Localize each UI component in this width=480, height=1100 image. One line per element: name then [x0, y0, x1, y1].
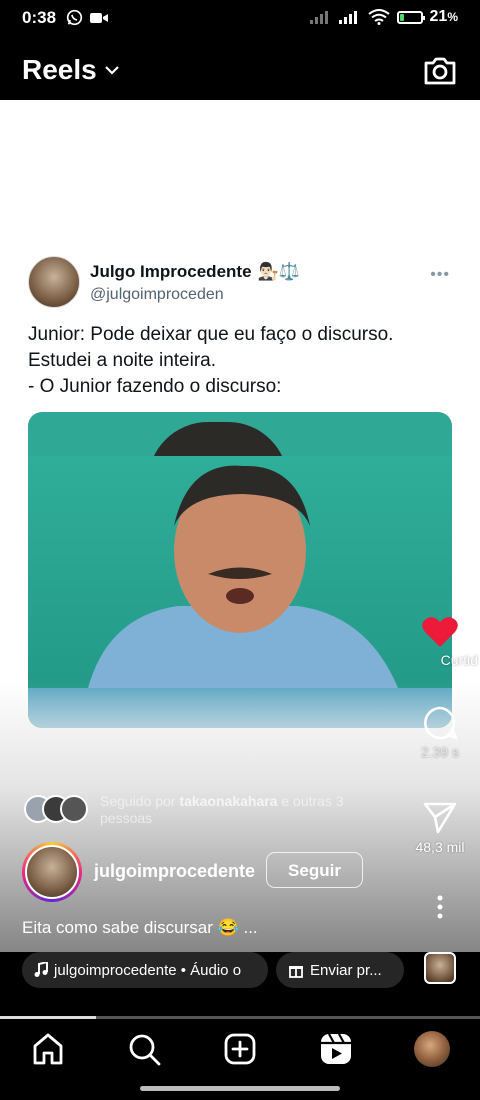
more-vertical-icon	[437, 895, 443, 919]
gift-pill[interactable]: Enviar pr...	[276, 952, 404, 988]
gift-label: Enviar pr...	[310, 961, 382, 979]
audio-thumbnail[interactable]	[424, 952, 456, 984]
wifi-icon	[367, 9, 390, 25]
gift-icon	[289, 966, 303, 978]
status-time: 0:38	[22, 8, 57, 27]
avatar	[60, 795, 88, 823]
home-indicator	[140, 1086, 340, 1091]
followed-avatars	[24, 795, 88, 823]
owner-username[interactable]: julgoimprocedente	[94, 861, 255, 882]
tweet-author-emoji: 👨🏻‍⚖️⚖️	[257, 262, 300, 281]
send-icon	[423, 802, 457, 834]
page-title: Reels	[22, 54, 97, 85]
video-camera-icon	[90, 12, 108, 23]
followed-by-text: Seguido por takaonakahara e outras 3 pes…	[100, 793, 344, 826]
speaker-figure	[88, 465, 398, 688]
signal-off-icon	[309, 11, 328, 24]
audio-label: julgoimprocedente • Áudio o	[54, 961, 242, 979]
comments-count: 2.39 s	[420, 744, 460, 760]
tweet-text: Junior: Pode deixar que eu faço o discur…	[28, 322, 448, 400]
create-icon[interactable]	[222, 1031, 258, 1067]
audio-bar: julgoimprocedente • Áudio o Enviar pr...	[0, 952, 480, 1016]
status-bar: 0:38 21%	[0, 0, 480, 38]
status-right: 21%	[309, 8, 458, 26]
share-button[interactable]: 48,3 mil	[400, 800, 480, 855]
whatsapp-icon	[66, 9, 83, 26]
like-button[interactable]: Curtid	[400, 615, 480, 668]
tweet-author-name: Julgo Improcedente	[90, 262, 252, 281]
signal-icon	[338, 11, 357, 24]
comment-button[interactable]: 2.39 s	[400, 705, 480, 760]
battery-percent: 21%	[429, 8, 458, 25]
like-label: Curtid	[440, 652, 478, 668]
comment-icon	[424, 706, 458, 740]
reels-icon[interactable]	[318, 1031, 354, 1067]
music-note-icon	[34, 962, 48, 977]
more-options-button[interactable]	[400, 895, 480, 922]
battery-icon	[396, 10, 425, 24]
shares-count: 48,3 mil	[415, 839, 465, 855]
profile-avatar[interactable]	[414, 1031, 450, 1067]
tweet-text-line: - O Junior fazendo o discurso:	[28, 376, 282, 397]
search-icon[interactable]	[126, 1031, 162, 1067]
reels-dropdown[interactable]: Reels	[22, 54, 119, 86]
tweet-text-line: Estudei a noite inteira.	[28, 350, 217, 371]
tweet-handle: @julgoimproceden	[90, 286, 224, 303]
camera-icon[interactable]	[422, 52, 458, 88]
tweet-text-line: Junior: Pode deixar que eu faço o discur…	[28, 324, 394, 345]
tweet-author: Julgo Improcedente 👨🏻‍⚖️⚖️	[90, 262, 300, 282]
follow-button[interactable]: Seguir	[266, 852, 363, 888]
owner-avatar[interactable]	[22, 842, 82, 902]
audio-pill[interactable]: julgoimprocedente • Áudio o	[22, 952, 268, 988]
action-column: Curtid 2.39 s 48,3 mil	[400, 100, 480, 952]
caption[interactable]: Eita como sabe discursar 😂 ...	[22, 918, 258, 938]
chevron-down-icon	[104, 66, 119, 75]
heart-icon	[422, 617, 458, 647]
home-icon[interactable]	[30, 1031, 66, 1067]
media-frame	[28, 456, 452, 688]
header: Reels	[0, 38, 480, 100]
status-left-icons	[66, 9, 109, 26]
tweet-avatar	[28, 256, 80, 308]
